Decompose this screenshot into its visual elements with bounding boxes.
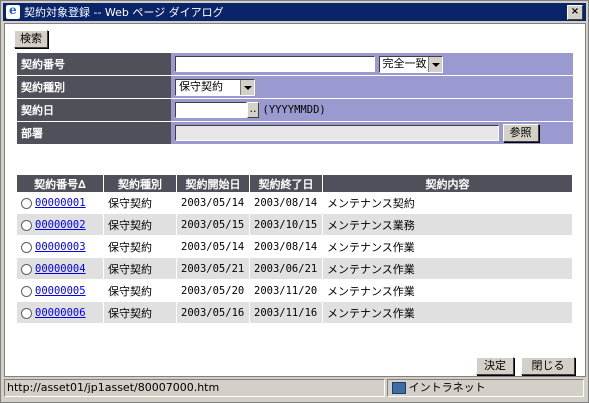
contract-type-cell: 保守契約	[103, 257, 177, 280]
match-type-select[interactable]: 完全一致	[378, 55, 443, 73]
table-row: 00000003 保守契約 2003/05/14 2003/08/14 メンテナ…	[17, 235, 573, 258]
contract-type-label: 契約種別	[17, 75, 171, 99]
content-cell: メンテナンス作業	[322, 235, 573, 258]
start-date-cell: 2003/05/16	[176, 301, 250, 324]
start-date-cell: 2003/05/20	[176, 279, 250, 302]
row-radio[interactable]	[21, 241, 32, 253]
chevron-down-icon	[427, 56, 442, 72]
contract-number-link[interactable]: 00000006	[35, 307, 86, 319]
ie-icon	[6, 3, 20, 19]
contract-type-cell: 保守契約	[103, 279, 177, 302]
end-date-cell: 2003/06/21	[249, 257, 323, 280]
column-header-end-date: 契約終了日	[249, 175, 323, 192]
content-cell: メンテナンス作業	[322, 301, 573, 324]
dialog-window: 契約対象登録 -- Web ページ ダイアログ × 検索 契約番号 完全一致 契…	[0, 0, 589, 403]
end-date-cell: 2003/08/14	[249, 192, 323, 214]
contract-number-link[interactable]: 00000005	[35, 285, 86, 297]
window-title: 契約対象登録 -- Web ページ ダイアログ	[24, 6, 224, 19]
contract-number-input[interactable]	[175, 56, 375, 72]
table-row: 00000006 保守契約 2003/05/16 2003/11/16 メンテナ…	[17, 301, 573, 324]
start-date-cell: 2003/05/21	[176, 257, 250, 280]
date-format-hint: (YYYYMMDD)	[262, 104, 326, 116]
row-radio[interactable]	[21, 263, 32, 275]
contract-type-value: 保守契約	[179, 79, 223, 93]
end-date-cell: 2003/08/14	[249, 235, 323, 258]
contract-date-input[interactable]	[175, 102, 247, 118]
dialog-content: 検索 契約番号 完全一致 契約種別 保守契約 契約日 .. (YYYYMMDD)…	[4, 23, 586, 377]
status-bar: http://asset01/jp1asset/80007000.htm イント…	[4, 379, 584, 397]
chevron-down-icon	[240, 79, 254, 95]
title-bar: 契約対象登録 -- Web ページ ダイアログ ×	[3, 3, 586, 21]
contract-type-select[interactable]: 保守契約	[175, 78, 255, 96]
status-url: http://asset01/jp1asset/80007000.htm	[4, 379, 385, 397]
contract-number-link[interactable]: 00000001	[35, 197, 86, 209]
row-radio[interactable]	[21, 219, 32, 231]
department-input	[175, 125, 499, 141]
security-zone-label: イントラネット	[408, 381, 486, 394]
contract-type-cell: 保守契約	[103, 301, 177, 324]
search-form: 契約番号 完全一致 契約種別 保守契約 契約日 .. (YYYYMMDD) 部署…	[17, 53, 573, 145]
security-zone: イントラネット	[386, 379, 584, 397]
contract-type-cell: 保守契約	[103, 235, 177, 258]
start-date-cell: 2003/05/14	[176, 192, 250, 214]
column-header-content: 契約内容	[322, 175, 573, 192]
contract-number-link[interactable]: 00000004	[35, 263, 86, 275]
contract-type-cell: 保守契約	[103, 192, 177, 214]
close-button[interactable]: 閉じる	[521, 357, 575, 375]
row-radio[interactable]	[21, 285, 32, 297]
start-date-cell: 2003/05/14	[176, 235, 250, 258]
content-cell: メンテナンス業務	[322, 213, 573, 236]
content-cell: メンテナンス作業	[322, 279, 573, 302]
end-date-cell: 2003/10/15	[249, 213, 323, 236]
end-date-cell: 2003/11/16	[249, 301, 323, 324]
table-row: 00000005 保守契約 2003/05/20 2003/11/20 メンテナ…	[17, 279, 573, 302]
contract-number-link[interactable]: 00000002	[35, 219, 86, 231]
contract-date-label: 契約日	[17, 98, 171, 122]
search-button[interactable]: 検索	[14, 30, 48, 48]
contract-number-link[interactable]: 00000003	[35, 241, 86, 253]
match-type-value: 完全一致	[382, 56, 427, 70]
intranet-icon	[391, 382, 406, 394]
contract-table: 契約番号∆ 契約種別 契約開始日 契約終了日 契約内容 00000001 保守契…	[17, 175, 573, 324]
department-label: 部署	[17, 121, 171, 145]
row-radio[interactable]	[21, 307, 32, 319]
column-header-contract-number[interactable]: 契約番号∆	[17, 175, 104, 192]
content-cell: メンテナンス作業	[322, 257, 573, 280]
column-header-start-date: 契約開始日	[176, 175, 250, 192]
table-row: 00000001 保守契約 2003/05/14 2003/08/14 メンテナ…	[17, 192, 573, 214]
table-row: 00000004 保守契約 2003/05/21 2003/06/21 メンテナ…	[17, 257, 573, 280]
table-row: 00000002 保守契約 2003/05/15 2003/10/15 メンテナ…	[17, 213, 573, 236]
content-cell: メンテナンス契約	[322, 192, 573, 214]
row-radio[interactable]	[21, 197, 32, 209]
end-date-cell: 2003/11/20	[249, 279, 323, 302]
contract-number-label: 契約番号	[17, 53, 171, 76]
ok-button[interactable]: 決定	[476, 357, 514, 375]
browse-button[interactable]: 参照	[502, 124, 539, 142]
close-window-button[interactable]: ×	[567, 5, 583, 20]
contract-type-cell: 保守契約	[103, 213, 177, 236]
date-picker-button[interactable]: ..	[247, 102, 259, 118]
column-header-contract-type: 契約種別	[103, 175, 177, 192]
start-date-cell: 2003/05/15	[176, 213, 250, 236]
